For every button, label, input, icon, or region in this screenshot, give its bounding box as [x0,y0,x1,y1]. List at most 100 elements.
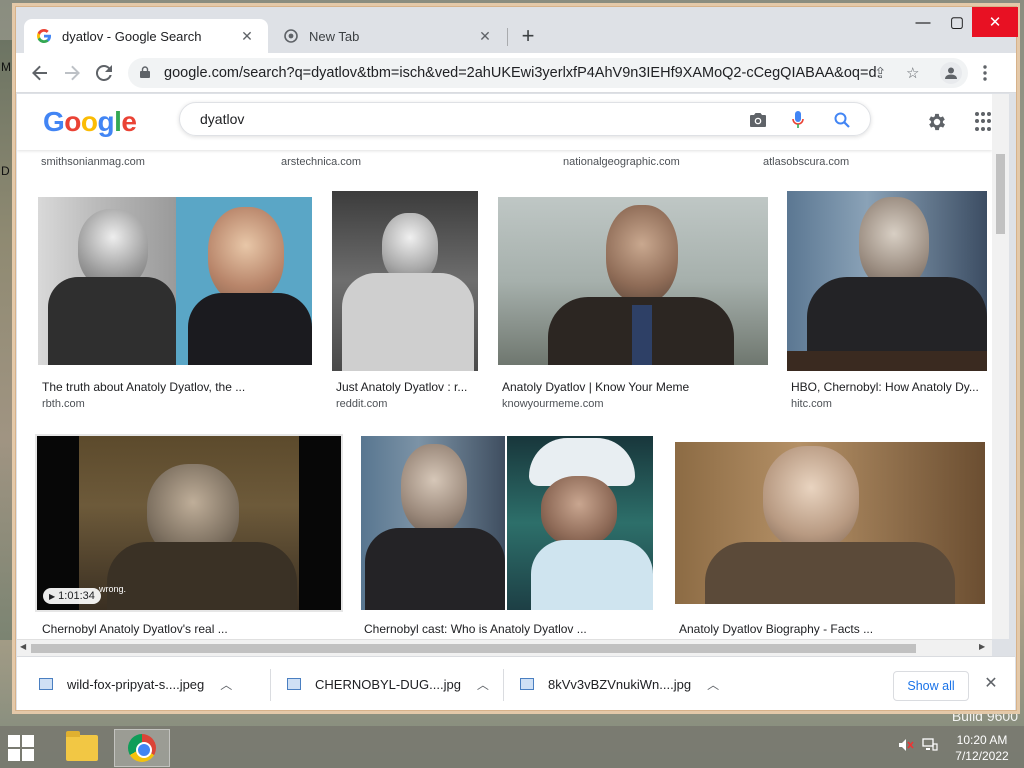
url-text: google.com/search?q=dyatlov&tbm=isch&ved… [164,65,879,81]
reload-icon[interactable] [92,61,116,85]
back-icon[interactable] [28,61,52,85]
result-site[interactable]: rbth.com [42,398,85,410]
browser-menu-icon[interactable] [974,62,996,84]
chrome-taskbar-button[interactable] [114,729,170,767]
forward-icon[interactable] [60,61,84,85]
play-icon: ▶ [49,592,56,601]
tab-label: New Tab [309,28,360,44]
windows-start-icon[interactable] [8,735,36,761]
volume-muted-icon[interactable] [898,738,914,755]
lock-icon [140,65,154,81]
result-thumbnail[interactable] [675,442,985,604]
google-favicon-icon [36,28,52,44]
google-logo[interactable]: Google [43,106,137,138]
logo-letter: o [64,106,81,137]
result-thumbnail[interactable] [38,197,312,365]
horizontal-scrollbar[interactable]: ◀ ▶ [17,639,992,656]
chrome-icon [283,28,299,44]
close-tab-icon[interactable]: ✕ [476,28,494,45]
address-bar[interactable]: google.com/search?q=dyatlov&tbm=isch&ved… [128,58,968,88]
result-source[interactable]: smithsonianmag.com [41,156,145,168]
scrollbar-thumb[interactable] [31,644,916,653]
result-title[interactable]: Anatoly Dyatlov | Know Your Meme [502,380,762,394]
result-title[interactable]: HBO, Chernobyl: How Anatoly Dy... [791,380,983,394]
minimize-icon[interactable]: — [906,7,940,37]
clock-time: 10:20 AM [956,733,1008,747]
result-thumbnail[interactable] [361,436,653,610]
gear-icon[interactable] [925,110,949,134]
result-thumbnail[interactable] [332,191,478,371]
chevron-up-icon[interactable]: ︿ [220,676,232,693]
vertical-scrollbar[interactable] [992,94,1009,639]
download-item[interactable]: wild-fox-pripyat-s....jpeg ︿ [39,669,232,699]
tab-strip: dyatlov - Google Search ✕ New Tab ✕ + — … [16,7,1018,53]
tab-new-tab[interactable]: New Tab ✕ [271,19,506,53]
logo-letter: o [80,106,98,137]
download-filename: wild-fox-pripyat-s....jpeg [67,676,205,692]
result-thumbnail[interactable] [787,191,987,371]
download-filename: CHERNOBYL-DUG....jpg [315,676,461,692]
maximize-icon[interactable]: ▢ [940,7,974,37]
logo-letter: e [121,106,137,137]
video-overlay-text: wrong. [99,584,127,594]
share-icon[interactable]: ⇪ [874,64,887,82]
search-icon[interactable] [832,110,852,130]
download-filename: 8kVv3vBZVnukiWn....jpg [548,676,692,692]
result-source[interactable]: nationalgeographic.com [563,156,680,168]
download-separator [270,669,271,701]
scroll-right-icon[interactable]: ▶ [979,642,985,651]
image-file-icon [39,678,53,690]
result-source[interactable]: arstechnica.com [281,156,361,168]
logo-letter: G [43,106,65,137]
profile-icon[interactable] [940,62,962,84]
camera-icon[interactable] [748,110,768,130]
desktop-background-strip [0,40,14,640]
result-site[interactable]: reddit.com [336,398,387,410]
image-file-icon [520,678,534,690]
close-icon[interactable]: ✕ [979,673,1003,693]
browser-toolbar: google.com/search?q=dyatlov&tbm=isch&ved… [16,53,1016,93]
scroll-left-icon[interactable]: ◀ [20,642,26,651]
result-site[interactable]: hitc.com [791,398,832,410]
chevron-up-icon[interactable]: ︿ [707,676,719,693]
search-input[interactable] [200,111,720,127]
tab-google-search[interactable]: dyatlov - Google Search ✕ [24,19,268,53]
download-separator [503,669,504,701]
page-content: Google smithsonianmag.com [17,94,992,639]
result-title[interactable]: The truth about Anatoly Dyatlov, the ... [42,380,302,394]
chrome-icon [128,734,156,762]
show-all-button[interactable]: Show all [893,671,969,701]
logo-letter: g [97,106,115,137]
result-source[interactable]: atlasobscura.com [763,156,849,168]
close-window-icon[interactable]: ✕ [972,7,1018,37]
network-icon[interactable] [922,738,938,755]
download-item[interactable]: 8kVv3vBZVnukiWn....jpg ︿ [520,669,719,699]
search-box [179,102,871,136]
browser-window: dyatlov - Google Search ✕ New Tab ✕ + — … [15,6,1018,711]
microphone-icon[interactable] [788,110,808,130]
download-item[interactable]: CHERNOBYL-DUG....jpg ︿ [287,669,489,699]
result-title[interactable]: Just Anatoly Dyatlov : r... [336,380,476,394]
result-title[interactable]: Chernobyl Anatoly Dyatlov's real ... [42,622,338,636]
download-bar: wild-fox-pripyat-s....jpeg ︿ CHERNOBYL-D… [17,656,1015,710]
apps-grid-icon[interactable] [975,112,991,132]
result-site[interactable]: knowyourmeme.com [502,398,603,410]
google-header: Google [17,94,992,150]
bookmark-star-icon[interactable]: ☆ [906,64,919,82]
file-explorer-button[interactable] [54,729,110,767]
result-thumbnail[interactable]: wrong. ▶ 1:01:34 [37,436,341,610]
result-thumbnail[interactable] [498,197,768,365]
desktop-icon-letter: M [1,60,11,74]
result-title[interactable]: Chernobyl cast: Who is Anatoly Dyatlov .… [364,622,650,636]
tab-separator [507,28,508,46]
duration-text: 1:01:34 [58,590,95,602]
result-title[interactable]: Anatoly Dyatlov Biography - Facts ... [679,622,979,636]
chevron-up-icon[interactable]: ︿ [477,676,489,693]
folder-icon [66,731,98,761]
scrollbar-thumb[interactable] [996,154,1005,234]
system-clock[interactable]: 10:20 AM 7/12/2022 [944,732,1020,764]
close-tab-icon[interactable]: ✕ [238,28,256,45]
desktop-icon-letter: D [1,164,10,178]
new-tab-button[interactable]: + [516,25,540,47]
image-file-icon [287,678,301,690]
